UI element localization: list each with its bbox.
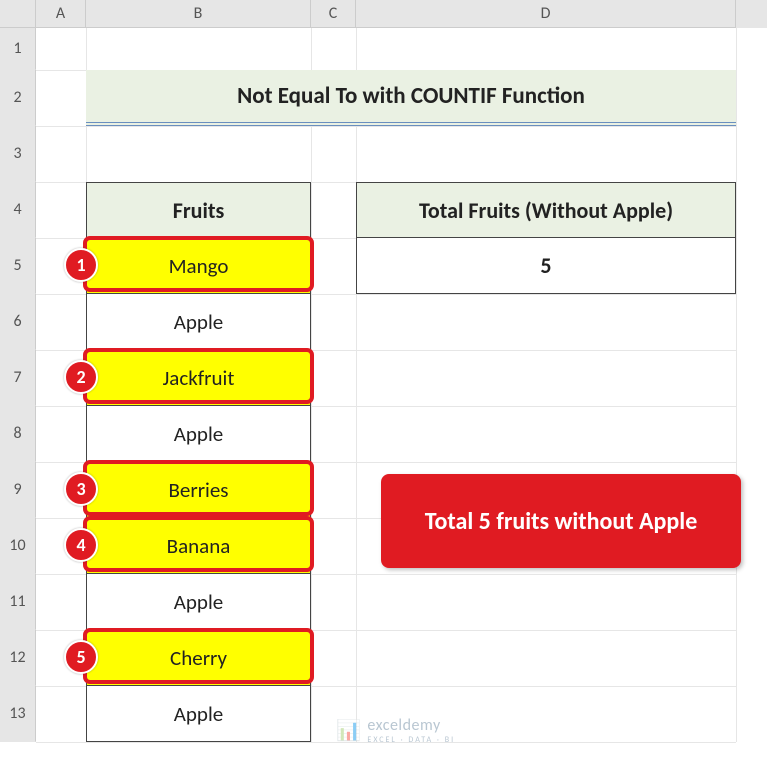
row-header-13[interactable]: 13: [0, 686, 36, 742]
row-headers: 1 2 3 4 5 6 7 8 9 10 11 12 13: [0, 28, 36, 742]
watermark-tagline: EXCEL · DATA · BI: [367, 735, 455, 745]
row-header-12[interactable]: 12: [0, 630, 36, 686]
cell-B6[interactable]: Apple: [86, 294, 311, 350]
sheet-area[interactable]: Not Equal To with COUNTIF Function Fruit…: [36, 28, 736, 742]
cell-B13[interactable]: Apple: [86, 686, 311, 742]
row-header-5[interactable]: 5: [0, 238, 36, 294]
row-header-10[interactable]: 10: [0, 518, 36, 574]
watermark-brand: exceldemy: [367, 716, 440, 735]
row-header-7[interactable]: 7: [0, 350, 36, 406]
select-all-corner[interactable]: [0, 0, 36, 28]
watermark: 📊 exceldemy EXCEL · DATA · BI: [336, 716, 455, 745]
fruits-table-header[interactable]: Fruits: [86, 182, 311, 238]
page-title[interactable]: Not Equal To with COUNTIF Function: [86, 70, 736, 126]
col-header-D[interactable]: D: [356, 0, 736, 28]
row-header-3[interactable]: 3: [0, 126, 36, 182]
spreadsheet-grid: A B C D 1 2 3 4 5 6 7 8 9 10 11 12 13: [0, 0, 767, 742]
column-headers-row: A B C D: [0, 0, 767, 28]
col-header-A[interactable]: A: [36, 0, 86, 28]
count-badge-2: 2: [64, 360, 98, 394]
callout-note: Total 5 fruits without Apple: [381, 474, 741, 568]
row-header-11[interactable]: 11: [0, 574, 36, 630]
cell-B11[interactable]: Apple: [86, 574, 311, 630]
cell-B12[interactable]: Cherry: [86, 630, 311, 686]
cell-B8[interactable]: Apple: [86, 406, 311, 462]
row-header-9[interactable]: 9: [0, 462, 36, 518]
cell-D5-result[interactable]: 5: [356, 238, 736, 294]
cell-B9[interactable]: Berries: [86, 462, 311, 518]
cell-B7[interactable]: Jackfruit: [86, 350, 311, 406]
row-header-2[interactable]: 2: [0, 70, 36, 126]
cell-B10[interactable]: Banana: [86, 518, 311, 574]
col-header-C[interactable]: C: [311, 0, 356, 28]
row-header-8[interactable]: 8: [0, 406, 36, 462]
count-badge-1: 1: [64, 248, 98, 282]
row-header-6[interactable]: 6: [0, 294, 36, 350]
chart-icon: 📊: [336, 718, 361, 743]
count-badge-5: 5: [64, 640, 98, 674]
cell-B5[interactable]: Mango: [86, 238, 311, 294]
row-header-4[interactable]: 4: [0, 182, 36, 238]
col-header-B[interactable]: B: [86, 0, 311, 28]
count-badge-4: 4: [64, 528, 98, 562]
result-header[interactable]: Total Fruits (Without Apple): [356, 182, 736, 238]
count-badge-3: 3: [64, 472, 98, 506]
row-header-1[interactable]: 1: [0, 28, 36, 70]
